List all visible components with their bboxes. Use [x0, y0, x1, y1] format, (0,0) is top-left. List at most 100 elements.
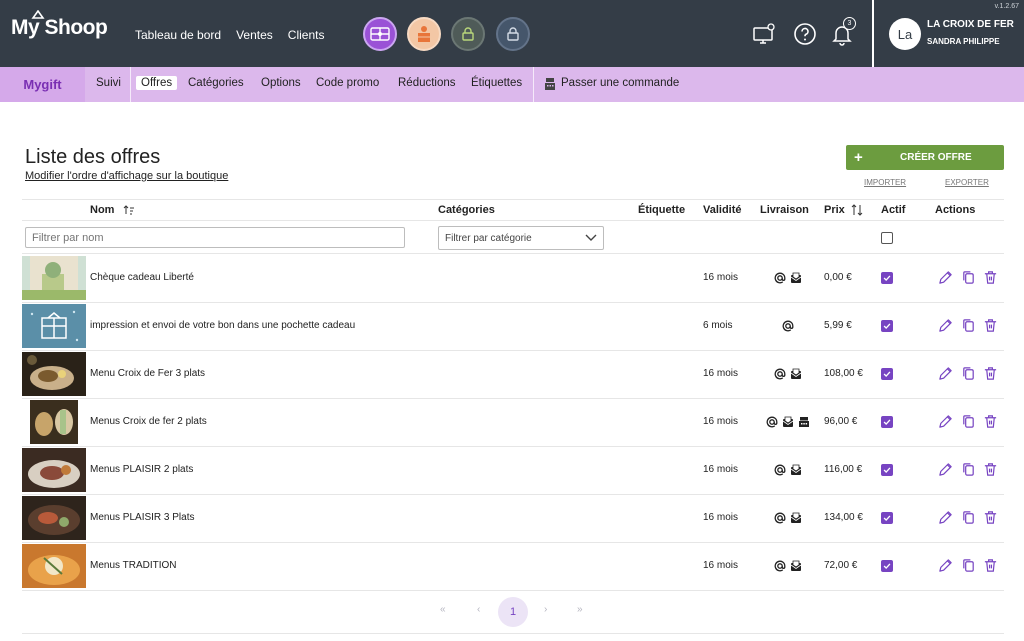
trash-icon[interactable] — [983, 270, 998, 285]
delivery-module-button[interactable] — [407, 17, 441, 51]
tab-code-promo[interactable]: Code promo — [316, 77, 379, 89]
pagination-next[interactable]: › — [544, 604, 547, 615]
email-delivery-icon — [774, 511, 786, 524]
email-delivery-icon — [774, 463, 786, 476]
header-categories[interactable]: Catégories — [438, 204, 495, 216]
export-link[interactable]: EXPORTER — [945, 178, 989, 187]
tab-suivi[interactable]: Suivi — [96, 77, 121, 89]
tab-reductions[interactable]: Réductions — [398, 77, 456, 89]
active-checkbox[interactable] — [881, 560, 893, 572]
locked-module-button-1[interactable] — [451, 17, 485, 51]
copy-icon[interactable] — [961, 270, 976, 285]
edit-icon[interactable] — [938, 270, 953, 285]
table-row[interactable]: Menus PLAISIR 3 Plats 16 mois 134,00 € — [22, 494, 1004, 542]
active-checkbox[interactable] — [881, 464, 893, 476]
settings-monitor-icon[interactable] — [752, 22, 776, 46]
postal-delivery-icon — [790, 367, 802, 379]
checkmark-icon — [883, 563, 891, 570]
app-logo[interactable]: My Shoop — [11, 10, 108, 40]
tab-categories[interactable]: Catégories — [188, 77, 244, 89]
copy-icon[interactable] — [961, 414, 976, 429]
postal-delivery-icon — [790, 559, 802, 571]
offer-validity: 16 mois — [703, 560, 739, 571]
active-checkbox[interactable] — [881, 416, 893, 428]
nav-dashboard[interactable]: Tableau de bord — [135, 28, 221, 42]
pagination-first[interactable]: « — [440, 604, 446, 615]
table-row[interactable]: Menus PLAISIR 2 plats 16 mois 116,00 € — [22, 446, 1004, 494]
trash-icon[interactable] — [983, 366, 998, 381]
tab-offres[interactable]: Offres — [136, 76, 178, 90]
offer-thumbnail — [22, 304, 86, 348]
header-name[interactable]: Nom — [90, 204, 114, 216]
trash-icon[interactable] — [983, 318, 998, 333]
table-row[interactable]: Chèque cadeau Liberté 16 mois 0,00 € — [22, 254, 1004, 302]
edit-icon[interactable] — [938, 510, 953, 525]
nav-sales[interactable]: Ventes — [236, 28, 273, 42]
import-link[interactable]: IMPORTER — [864, 178, 906, 187]
copy-icon[interactable] — [961, 318, 976, 333]
help-icon[interactable] — [793, 22, 817, 46]
pagination-prev[interactable]: ‹ — [477, 604, 480, 615]
plus-icon: + — [854, 149, 863, 166]
active-checkbox[interactable] — [881, 512, 893, 524]
filter-active-checkbox[interactable] — [881, 232, 893, 244]
filter-name-input[interactable] — [25, 227, 405, 248]
user-name[interactable]: SANDRA PHILIPPE — [927, 37, 1000, 46]
shop-name[interactable]: LA CROIX DE FER — [927, 19, 1014, 30]
edit-icon[interactable] — [938, 366, 953, 381]
pagination-current[interactable]: 1 — [498, 597, 528, 627]
module-brand[interactable]: Mygift — [0, 67, 85, 102]
locked-module-button-2[interactable] — [496, 17, 530, 51]
header-validity[interactable]: Validité — [703, 204, 742, 216]
create-offer-button[interactable]: + CRÉER OFFRE — [846, 145, 1004, 170]
table-row[interactable]: Menus Croix de fer 2 plats 16 mois 96,00 € — [22, 398, 1004, 446]
mygift-module-button[interactable] — [363, 17, 397, 51]
table-row[interactable]: Menus TRADITION 16 mois 72,00 € — [22, 542, 1004, 590]
copy-icon[interactable] — [961, 510, 976, 525]
offer-thumbnail — [22, 448, 86, 492]
sort-both-icon[interactable] — [851, 204, 863, 216]
header-delivery[interactable]: Livraison — [760, 204, 809, 216]
table-row[interactable]: impression et envoi de votre bon dans un… — [22, 302, 1004, 350]
edit-icon[interactable] — [938, 462, 953, 477]
avatar[interactable]: La — [889, 18, 921, 50]
nav-clients[interactable]: Clients — [288, 28, 325, 42]
header-label[interactable]: Étiquette — [638, 204, 685, 216]
active-checkbox[interactable] — [881, 320, 893, 332]
filter-category-select[interactable]: Filtrer par catégorie — [438, 226, 604, 250]
sort-ascending-icon[interactable] — [123, 205, 135, 215]
edit-icon[interactable] — [938, 318, 953, 333]
top-bar: My Shoop Tableau de bord Ventes Clients … — [0, 0, 1024, 67]
copy-icon[interactable] — [961, 558, 976, 573]
trash-icon[interactable] — [983, 558, 998, 573]
pagination-last[interactable]: » — [577, 604, 583, 615]
trash-icon[interactable] — [983, 462, 998, 477]
offer-validity: 16 mois — [703, 272, 739, 283]
trash-icon[interactable] — [983, 510, 998, 525]
active-checkbox[interactable] — [881, 272, 893, 284]
offer-price: 108,00 € — [824, 368, 863, 379]
email-delivery-icon — [782, 319, 794, 332]
offer-name: impression et envoi de votre bon dans un… — [90, 320, 356, 331]
offer-price: 0,00 € — [824, 272, 852, 283]
table-row[interactable]: Menu Croix de Fer 3 plats 16 mois 108,00 € — [22, 350, 1004, 398]
tab-place-order[interactable]: Passer une commande — [561, 77, 679, 89]
header-actions: Actions — [935, 204, 976, 216]
header-price[interactable]: Prix — [824, 204, 845, 216]
edit-icon[interactable] — [938, 414, 953, 429]
trash-icon[interactable] — [983, 414, 998, 429]
checkmark-icon — [883, 275, 891, 282]
header-active[interactable]: Actif — [881, 204, 905, 216]
tab-etiquettes[interactable]: Étiquettes — [471, 77, 522, 89]
tab-options[interactable]: Options — [261, 77, 301, 89]
copy-icon[interactable] — [961, 366, 976, 381]
table-divider — [22, 220, 1004, 221]
create-offer-label: CRÉER OFFRE — [900, 152, 972, 163]
offer-thumbnail — [22, 256, 86, 300]
notification-badge: 3 — [843, 17, 856, 30]
checkmark-icon — [883, 515, 891, 522]
copy-icon[interactable] — [961, 462, 976, 477]
edit-icon[interactable] — [938, 558, 953, 573]
reorder-link[interactable]: Modifier l'ordre d'affichage sur la bout… — [25, 170, 228, 182]
active-checkbox[interactable] — [881, 368, 893, 380]
